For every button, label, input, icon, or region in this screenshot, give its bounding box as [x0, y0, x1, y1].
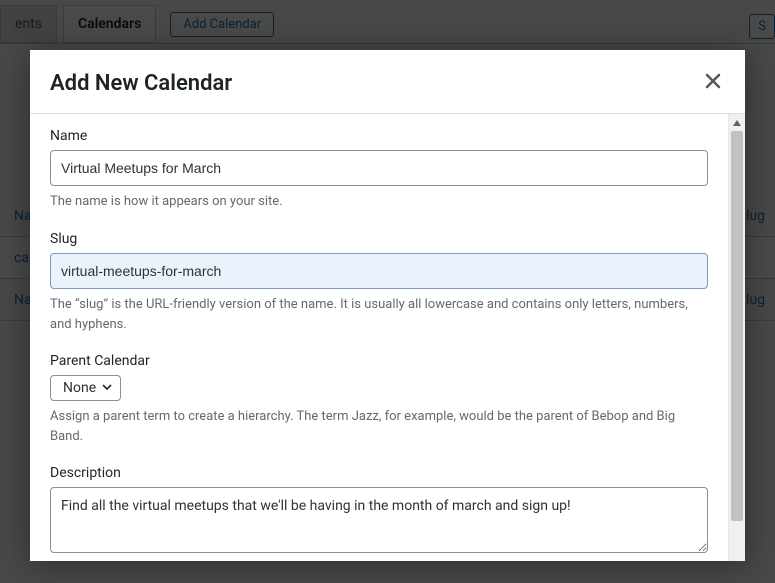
slug-label: Slug [50, 231, 708, 247]
name-input[interactable] [50, 150, 708, 186]
slug-input[interactable] [50, 253, 708, 289]
scrollbar-up-icon[interactable] [729, 114, 745, 131]
slug-helper: The “slug” is the URL-friendly version o… [50, 295, 708, 335]
scrollbar-thumb[interactable] [731, 131, 743, 521]
scrollbar[interactable] [728, 114, 745, 561]
modal-body: Name The name is how it appears on your … [30, 114, 728, 561]
parent-select[interactable]: None [50, 375, 121, 401]
add-calendar-modal: Add New Calendar Name The name is how it… [30, 50, 745, 561]
field-description: Description [50, 465, 708, 557]
modal-body-wrap: Name The name is how it appears on your … [30, 114, 745, 561]
description-label: Description [50, 465, 708, 481]
name-label: Name [50, 128, 708, 144]
name-helper: The name is how it appears on your site. [50, 192, 708, 212]
field-name: Name The name is how it appears on your … [50, 128, 708, 213]
close-icon[interactable] [701, 68, 725, 99]
modal-header: Add New Calendar [30, 50, 745, 114]
parent-label: Parent Calendar [50, 353, 708, 369]
description-input[interactable] [50, 487, 708, 553]
parent-selected-value: None [63, 380, 96, 396]
chevron-down-icon [102, 382, 112, 395]
parent-helper: Assign a parent term to create a hierarc… [50, 407, 708, 447]
field-parent: Parent Calendar None Assign a parent ter… [50, 353, 708, 447]
field-slug: Slug The “slug” is the URL-friendly vers… [50, 231, 708, 336]
modal-title: Add New Calendar [50, 71, 232, 96]
